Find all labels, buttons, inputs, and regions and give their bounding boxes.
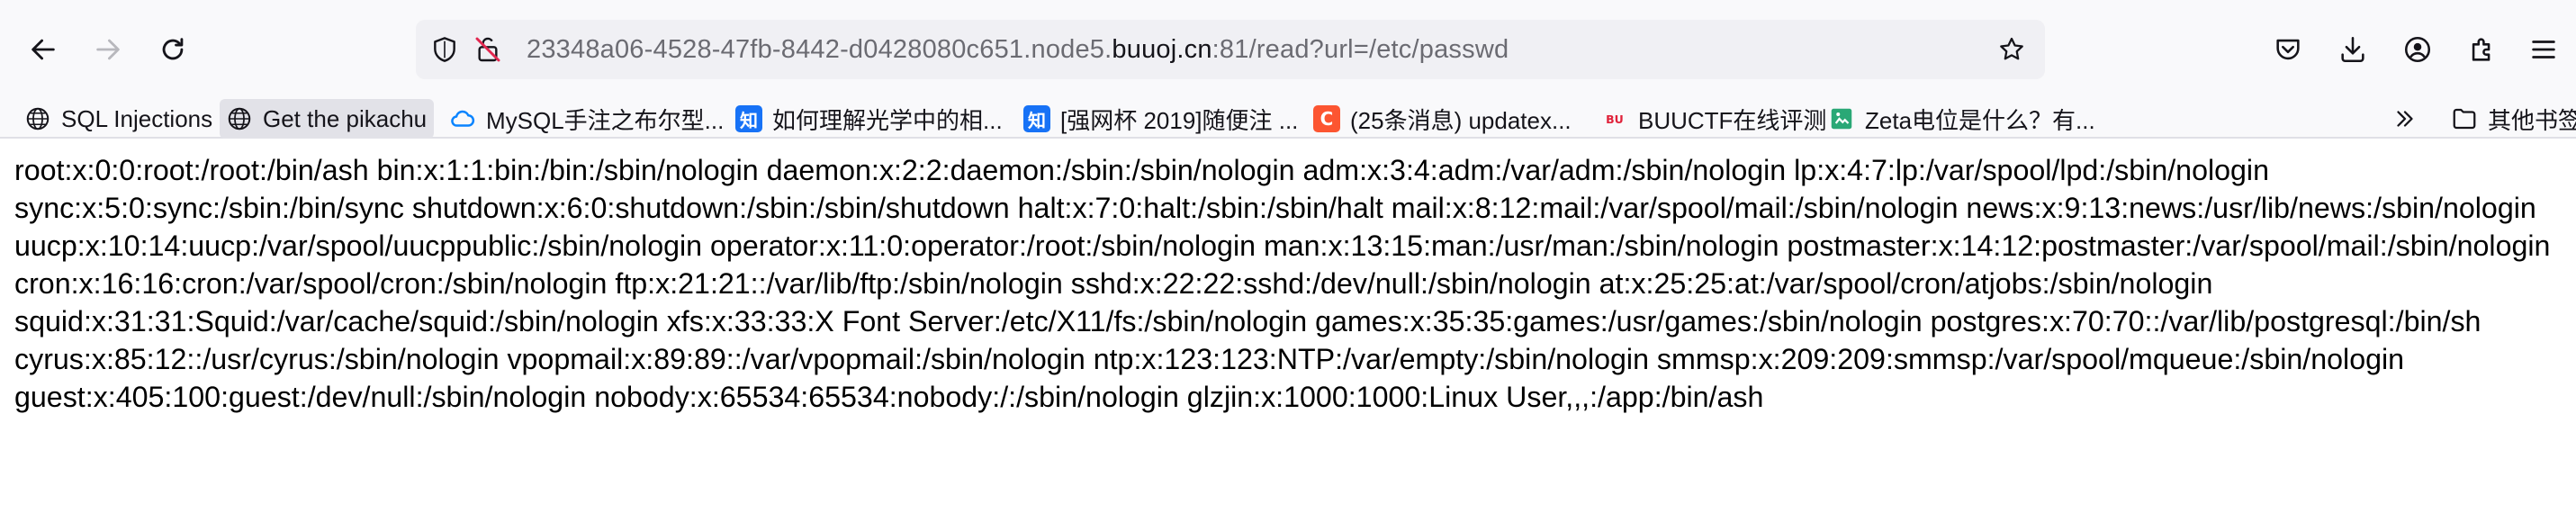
image-icon: [1827, 104, 1856, 133]
bookmark-label: (25条消息) updatex...: [1350, 106, 1572, 134]
zhihu-icon: 知: [734, 104, 763, 133]
star-icon: [2000, 37, 2023, 60]
bookmark-buuctf[interactable]: BU BUUCTF在线评测: [1595, 99, 1833, 139]
bookmark-star-button[interactable]: [1994, 32, 2030, 68]
globe-icon: [23, 104, 52, 133]
bookmark-zhihu-optics[interactable]: 知 如何理解光学中的相...: [729, 99, 1010, 139]
bookmark-mysql-boolean[interactable]: MySQL手注之布尔型...: [443, 99, 731, 139]
bookmarks-bar: SQL Injections Get the pikachu MySQL手注之布…: [0, 99, 2576, 139]
bookmarks-overflow-button[interactable]: [2387, 99, 2423, 139]
app-menu-button[interactable]: [2524, 30, 2563, 69]
globe-icon: [225, 104, 254, 133]
bookmark-label: 如何理解光学中的相...: [772, 106, 1003, 134]
url-prefix: 23348a06-4528-47fb-8442-d0428080c651.nod…: [527, 35, 1112, 64]
bookmark-label: SQL Injections: [61, 104, 213, 132]
bookmark-label: Zeta电位是什么？有...: [1865, 106, 2095, 134]
cloud-icon: [448, 104, 477, 133]
other-bookmarks-folder[interactable]: 其他书签: [2445, 99, 2576, 139]
insecure-connection-icon[interactable]: [470, 32, 506, 68]
bookmark-sql-injections[interactable]: SQL Injections: [18, 99, 220, 139]
bookmark-label: 其他书签: [2488, 106, 2576, 134]
back-button[interactable]: [22, 28, 65, 71]
bookmark-get-the-pikachu[interactable]: Get the pikachu: [220, 99, 435, 139]
menu-icon: [2532, 40, 2555, 58]
account-icon: [2404, 36, 2431, 63]
address-bar[interactable]: 23348a06-4528-47fb-8442-d0428080c651.nod…: [416, 20, 2045, 79]
pocket-icon: [2276, 39, 2300, 60]
bookmark-csdn-updatexml[interactable]: C (25条消息) updatex...: [1307, 99, 1579, 139]
url-domain: buuoj.cn: [1112, 35, 1212, 64]
extensions-icon: [2472, 38, 2490, 61]
shield-icon[interactable]: [427, 32, 463, 68]
zhihu-icon: 知: [1022, 104, 1051, 133]
forward-button[interactable]: [86, 28, 130, 71]
arrow-left-icon: [32, 39, 55, 60]
chevron-double-right-icon: [2391, 104, 2419, 133]
downloads-button[interactable]: [2333, 30, 2373, 69]
folder-icon: [2450, 104, 2479, 133]
bookmark-label: [强网杯 2019]随便注 ...: [1060, 106, 1299, 134]
arrow-right-icon: [96, 39, 120, 60]
csdn-icon: C: [1312, 104, 1341, 133]
svg-text:BU: BU: [1606, 112, 1624, 126]
reload-button[interactable]: [151, 28, 194, 71]
account-button[interactable]: [2398, 30, 2437, 69]
bookmark-qwb-2019[interactable]: 知 [强网杯 2019]随便注 ...: [1017, 99, 1305, 139]
bookmark-label: Get the pikachu: [263, 104, 428, 132]
download-icon: [2341, 36, 2364, 63]
url-suffix: :81/read?url=/etc/passwd: [1211, 35, 1509, 64]
pocket-button[interactable]: [2268, 30, 2308, 69]
url-text[interactable]: 23348a06-4528-47fb-8442-d0428080c651.nod…: [527, 20, 1509, 79]
bookmark-label: MySQL手注之布尔型...: [486, 106, 725, 134]
bookmark-zeta-potential[interactable]: Zeta电位是什么？有...: [1822, 99, 2103, 139]
page-body-text: root:x:0:0:root:/root:/bin/ash bin:x:1:1…: [14, 154, 2551, 413]
navigation-toolbar: 23348a06-4528-47fb-8442-d0428080c651.nod…: [0, 0, 2576, 99]
buuctf-icon: BU: [1600, 104, 1629, 133]
bookmark-label: BUUCTF在线评测: [1638, 106, 1827, 134]
extensions-button[interactable]: [2463, 30, 2502, 69]
reload-icon: [162, 38, 184, 60]
